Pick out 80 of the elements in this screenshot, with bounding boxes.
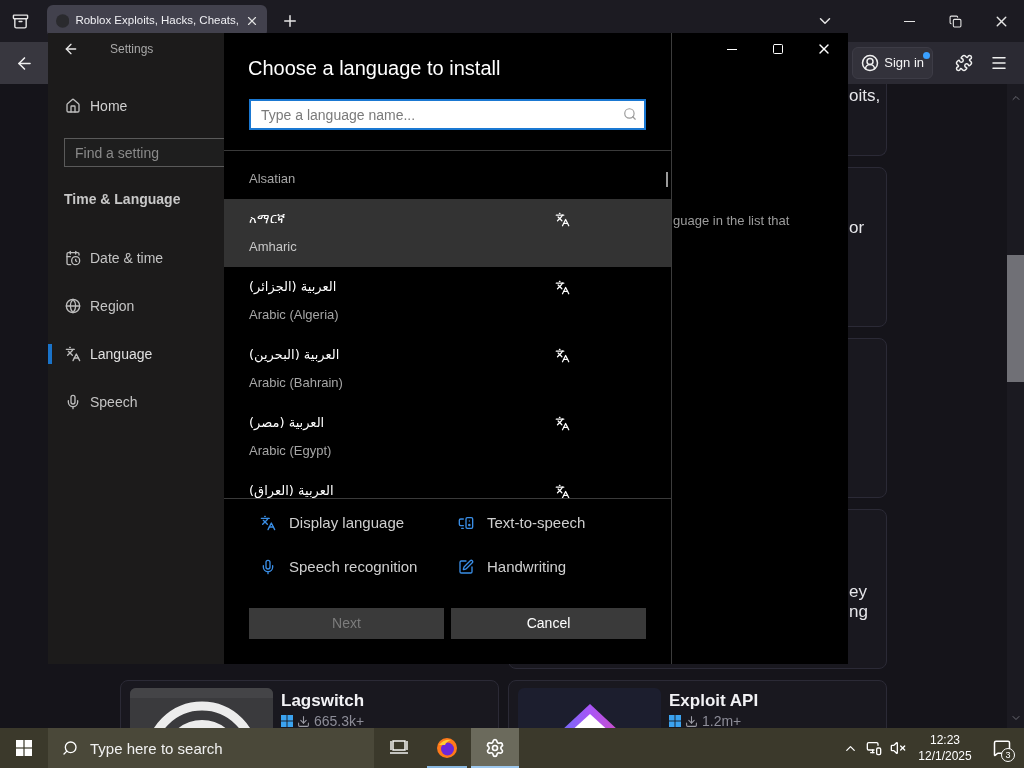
download-count: 1.2m+: [702, 713, 742, 728]
task-view-icon: [390, 740, 408, 756]
nav-item[interactable]: Date & time: [48, 234, 224, 282]
native-name: العربية (البحرين): [249, 346, 340, 365]
feature-label: Speech recognition: [289, 556, 418, 577]
tab-title: Roblox Exploits, Hacks, Cheats,: [75, 13, 239, 29]
english-name: Amharic: [249, 238, 297, 256]
network-icon[interactable]: [866, 740, 882, 756]
search-icon: [62, 740, 78, 756]
language-search-field[interactable]: Type a language name...: [249, 99, 646, 130]
settings-icon: [485, 738, 505, 758]
feature-label: Display language: [289, 512, 405, 533]
taskbar-app[interactable]: [471, 728, 519, 768]
download-icon: [297, 714, 310, 728]
notification-count: 3: [1001, 748, 1015, 762]
close-icon[interactable]: [245, 14, 259, 28]
find-setting-field[interactable]: Find a setting: [64, 138, 224, 167]
native-name: العربية (الجزائر): [249, 278, 337, 297]
section-heading: Time & Language: [64, 190, 182, 209]
notification-icon: [993, 739, 1011, 757]
card-title: Exploit API: [669, 690, 759, 712]
windows-icon: [281, 715, 293, 727]
start-icon: [16, 740, 32, 756]
account-icon: [861, 54, 880, 72]
english-name: Alsatian: [249, 170, 296, 188]
dialog-button[interactable]: Cancel: [451, 608, 646, 639]
nav-icon: [65, 250, 81, 266]
nav-item[interactable]: Speech: [48, 378, 224, 426]
feature-icon: [458, 559, 474, 575]
nav-icon: [65, 298, 81, 314]
nav-icon: [65, 394, 81, 410]
description-text: guage in the list that: [673, 212, 791, 230]
site-icon: [56, 13, 70, 29]
notification-button[interactable]: 3: [980, 728, 1024, 768]
scroll-thumb[interactable]: [666, 172, 668, 187]
nav-icon: [65, 346, 81, 362]
scroll-thumb[interactable]: [1007, 255, 1024, 382]
menu-icon: [990, 54, 1008, 72]
minimize-icon: [727, 48, 737, 50]
native-name: العربية (العراق): [249, 482, 334, 498]
puzzle-icon: [955, 54, 973, 72]
card[interactable]: Exploit API 1.2m+: [508, 680, 887, 728]
native-name: አማርኛ: [249, 210, 285, 228]
feature-label: Text-to-speech: [487, 512, 586, 533]
search-icon: [623, 107, 637, 121]
feature-icon: [260, 515, 276, 531]
download-icon: [685, 714, 698, 728]
card[interactable]: Lagswitch 665.3k+: [120, 680, 499, 728]
nav-item[interactable]: Region: [48, 282, 224, 330]
list-item[interactable]: አማርኛ Amharic: [224, 199, 671, 267]
native-name: العربية (مصر): [249, 414, 325, 432]
sign-in-button[interactable]: Sign in: [852, 47, 933, 79]
maximize-icon: [772, 43, 784, 55]
card-title: Lagswitch: [281, 690, 365, 712]
card-text: oits,: [849, 86, 882, 106]
firefox-icon: [436, 737, 458, 759]
english-name: Arabic (Egypt): [249, 442, 332, 460]
clock[interactable]: 12:23 12/1/2025: [914, 732, 976, 764]
home-nav-item[interactable]: Home: [48, 86, 224, 126]
taskbar-search-field[interactable]: Type here to search: [48, 728, 374, 768]
card-text: ey ng: [849, 582, 869, 622]
home-icon: [65, 98, 81, 114]
restore-icon: [948, 14, 962, 28]
download-count: 665.3k+: [314, 713, 365, 728]
minimize-icon: [903, 20, 915, 22]
tabs-icon: [11, 12, 29, 30]
back-icon[interactable]: [63, 41, 79, 57]
scrollbar[interactable]: [1007, 84, 1024, 728]
window-title: Settings: [110, 41, 154, 58]
nav-item[interactable]: Language: [48, 330, 224, 378]
plus-icon: [281, 12, 299, 30]
feature-label: Handwriting: [487, 556, 567, 577]
feature-icon: [458, 515, 474, 531]
card-text: or: [849, 218, 866, 238]
english-name: Arabic (Algeria): [249, 306, 339, 324]
feature-icon: [260, 559, 276, 575]
windows-icon: [669, 715, 681, 727]
volume-muted-icon[interactable]: [890, 740, 906, 756]
dialog-title: Choose a language to install: [248, 56, 502, 81]
english-name: Arabic (Bahrain): [249, 374, 343, 392]
